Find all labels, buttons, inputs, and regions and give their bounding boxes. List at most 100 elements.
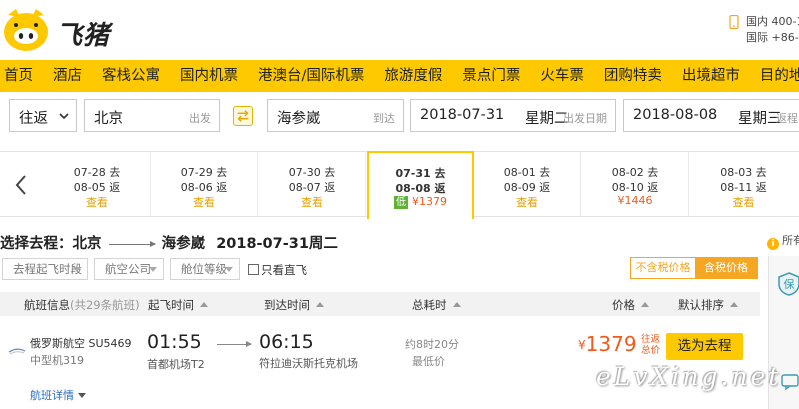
results-table-header: 航班信息(共29条航班) 起飞时间 到达时间 总耗时 价格 默认排序 (0, 292, 760, 316)
tax-price-toggle: 不含税价格 含税价格 (630, 257, 758, 279)
trip-type-select[interactable]: 往返 (9, 99, 77, 132)
date-view-link[interactable]: 查看 (474, 194, 580, 210)
nav-destination[interactable]: 目的地 (750, 60, 799, 92)
date-option[interactable]: 08-03 去 08-11 返 查看 (690, 152, 797, 216)
flight-detail-link[interactable]: 航班详情 (30, 387, 86, 403)
lowest-price-label: 最低价 (412, 355, 445, 368)
cabin-filter[interactable]: 舱位等级 (170, 258, 240, 280)
aeroflot-logo-icon (8, 348, 26, 355)
round-trip-total-note: 往返总价 (641, 334, 661, 356)
date-option[interactable]: 07-29 去 08-06 返 查看 (151, 152, 258, 216)
depart-weekday: 星期二 (525, 111, 569, 127)
date-go: 08-01 去 (503, 166, 551, 179)
sort-up-icon (200, 302, 208, 307)
fliggy-pig-logo-icon[interactable] (2, 7, 50, 53)
col-default-sort[interactable]: 默认排序 (678, 297, 738, 313)
depart-time: 01:55 (147, 331, 202, 353)
swap-cities-icon[interactable] (233, 106, 253, 126)
tax-included-option[interactable]: 含税价格 (695, 258, 757, 278)
depart-date-value: 2018-07-31 (420, 107, 505, 123)
return-date-input[interactable]: 2018-08-08 星期三 返程 (623, 99, 799, 132)
main-nav: 首页 酒店 客栈公寓 国内机票 港澳台/国际机票 旅游度假 景点门票 火车票 团… (0, 60, 799, 92)
date-price: 低 ¥1379 (369, 195, 472, 209)
date-view-link[interactable]: 查看 (151, 194, 257, 210)
filter-label: 去程起飞时段 (13, 262, 82, 276)
chevron-down-icon (59, 113, 69, 120)
date-option[interactable]: 08-02 去 08-10 返 ¥1446 (582, 152, 689, 216)
date-view-link[interactable]: 查看 (259, 194, 365, 210)
nav-group-deals[interactable]: 团购特卖 (594, 60, 672, 92)
arrive-airport: 符拉迪沃斯托克机场 (259, 357, 358, 370)
filter-bar: 去程起飞时段 航空公司 舱位等级 只看直飞 不含税价格 含税价格 (0, 257, 770, 282)
contact-international: 国际 +86-5 (746, 31, 799, 44)
sort-up-icon (452, 302, 461, 307)
to-city-value: 海参崴 (277, 111, 321, 127)
filter-label: 航空公司 (105, 262, 151, 276)
flight-price: ¥1379 (578, 332, 637, 356)
nav-intl-flights[interactable]: 港澳台/国际机票 (248, 60, 374, 92)
date-go: 07-31 去 (395, 167, 446, 180)
side-info[interactable]: i 所有 (767, 232, 799, 250)
brand-name[interactable]: 飞猪 (56, 15, 110, 52)
nav-home[interactable]: 首页 (0, 60, 43, 92)
depart-airport: 首都机场T2 (147, 358, 205, 371)
date-back: 08-05 返 (73, 181, 121, 194)
col-depart-time[interactable]: 起飞时间 (148, 297, 208, 313)
select-outbound-title: 选择去程：北京 海参崴 2018-07-31周二 (0, 232, 338, 253)
direct-only-checkbox[interactable]: 只看直飞 (248, 262, 307, 278)
arrive-time: 06:15 (259, 331, 314, 353)
nav-vacation[interactable]: 旅游度假 (374, 60, 452, 92)
date-option-selected[interactable]: 07-31 去 08-08 返 低 ¥1379 (367, 151, 474, 219)
return-date-value: 2018-08-08 (633, 107, 718, 123)
title-date: 2018-07-31周二 (216, 236, 338, 252)
lowest-badge: 低 (394, 196, 408, 209)
filter-label: 舱位等级 (181, 262, 227, 276)
depart-hint: 出发日期 (563, 112, 607, 125)
from-city-value: 北京 (94, 111, 123, 127)
date-option[interactable]: 08-01 去 08-09 返 查看 (474, 152, 581, 216)
select-outbound-button[interactable]: 选为去程 (666, 333, 743, 360)
date-go: 08-02 去 (611, 166, 659, 179)
nav-tickets[interactable]: 景点门票 (452, 60, 530, 92)
col-arrive-time[interactable]: 到达时间 (264, 297, 324, 313)
date-price-strip: 07-28 去 08-05 返 查看 07-29 去 08-06 返 查看 07… (0, 151, 799, 219)
to-hint: 到达 (373, 112, 395, 125)
site-watermark: eLvXing.net (596, 362, 782, 391)
nav-outbound-market[interactable]: 出境超市 (672, 60, 750, 92)
tax-excluded-option[interactable]: 不含税价格 (631, 258, 695, 278)
caret-down-icon (149, 267, 157, 272)
date-option[interactable]: 07-28 去 08-05 返 查看 (44, 152, 151, 216)
airline-filter[interactable]: 航空公司 (94, 258, 164, 280)
date-price-value: ¥1446 (617, 194, 653, 207)
trip-type-value: 往返 (19, 111, 48, 127)
from-city-input[interactable]: 北京 出发 (84, 99, 220, 132)
date-option[interactable]: 07-30 去 08-07 返 查看 (259, 152, 366, 216)
return-weekday: 星期三 (738, 111, 782, 127)
top-header: 飞猪 国内 400-1 国际 +86-5 (0, 0, 799, 60)
flight-count: (共29条航班) (70, 298, 140, 312)
nav-inn[interactable]: 客栈公寓 (92, 60, 170, 92)
phone-icon (729, 15, 739, 29)
chevron-left-icon[interactable] (14, 174, 28, 196)
date-view-link[interactable]: 查看 (690, 194, 797, 210)
route-arrow-icon (108, 240, 156, 247)
col-duration[interactable]: 总耗时 (412, 297, 461, 313)
info-icon: i (767, 238, 779, 250)
col-flight-info: 航班信息(共29条航班) (24, 298, 140, 312)
aircraft-type: 中型机319 (30, 354, 84, 367)
flight-detail-label: 航班详情 (30, 389, 74, 402)
date-back: 08-10 返 (611, 181, 659, 194)
checkbox-icon[interactable] (248, 264, 259, 275)
date-view-link[interactable]: 查看 (44, 194, 150, 210)
nav-domestic-flights[interactable]: 国内机票 (170, 60, 248, 92)
depart-date-input[interactable]: 2018-07-31 星期二 出发日期 (410, 99, 616, 132)
date-back: 08-07 返 (288, 181, 336, 194)
flight-duration: 约8时20分 (405, 338, 459, 351)
col-price[interactable]: 价格 (612, 297, 649, 313)
nav-train[interactable]: 火车票 (530, 60, 594, 92)
title-destination: 海参崴 (161, 236, 206, 252)
depart-time-filter[interactable]: 去程起飞时段 (2, 258, 88, 280)
currency-symbol: ¥ (578, 338, 586, 352)
nav-hotel[interactable]: 酒店 (43, 60, 92, 92)
to-city-input[interactable]: 海参崴 到达 (267, 99, 404, 132)
